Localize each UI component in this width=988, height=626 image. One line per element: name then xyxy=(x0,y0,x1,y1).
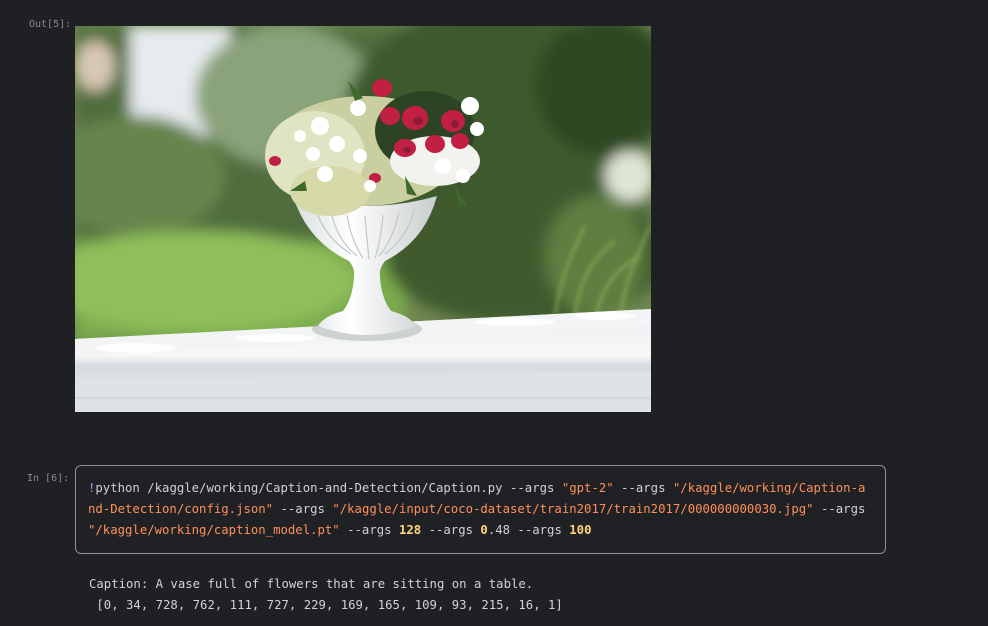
code-arg-num-int: 0 xyxy=(480,523,488,537)
code-arg-num: 128 xyxy=(398,523,422,537)
code-sep: --args xyxy=(613,481,673,495)
code-sep: --args xyxy=(510,523,570,537)
code-arg-num: 100 xyxy=(569,523,592,537)
code-cell-editor[interactable]: !python /kaggle/working/Caption-and-Dete… xyxy=(75,465,886,554)
code-sep: --args xyxy=(273,502,333,516)
cell-output-text: Caption: A vase full of flowers that are… xyxy=(89,574,563,616)
code-sep: --args xyxy=(339,523,399,537)
token-list-line: [0, 34, 728, 762, 111, 727, 229, 169, 16… xyxy=(89,598,563,612)
output-prompt: Out[5]: xyxy=(29,19,72,30)
code-arg-image: "/kaggle/input/coco-dataset/train2017/tr… xyxy=(332,502,814,516)
code-text[interactable]: !python /kaggle/working/Caption-and-Dete… xyxy=(88,478,872,541)
code-arg-model: "gpt-2" xyxy=(561,481,614,495)
code-sep: --args xyxy=(421,523,481,537)
code-command: python /kaggle/working/Caption-and-Detec… xyxy=(95,481,562,495)
code-arg-weights: "/kaggle/working/caption_model.pt" xyxy=(88,523,340,537)
code-arg-num-frac: .48 xyxy=(487,523,511,537)
input-prompt: In [6]: xyxy=(27,473,70,484)
output-image xyxy=(75,26,651,412)
vase-photo xyxy=(75,26,651,412)
caption-line: Caption: A vase full of flowers that are… xyxy=(89,577,534,591)
code-sep: --args xyxy=(813,502,873,516)
notebook-page: Out[5]: In [6]: !python /kaggle/working/… xyxy=(0,0,988,626)
